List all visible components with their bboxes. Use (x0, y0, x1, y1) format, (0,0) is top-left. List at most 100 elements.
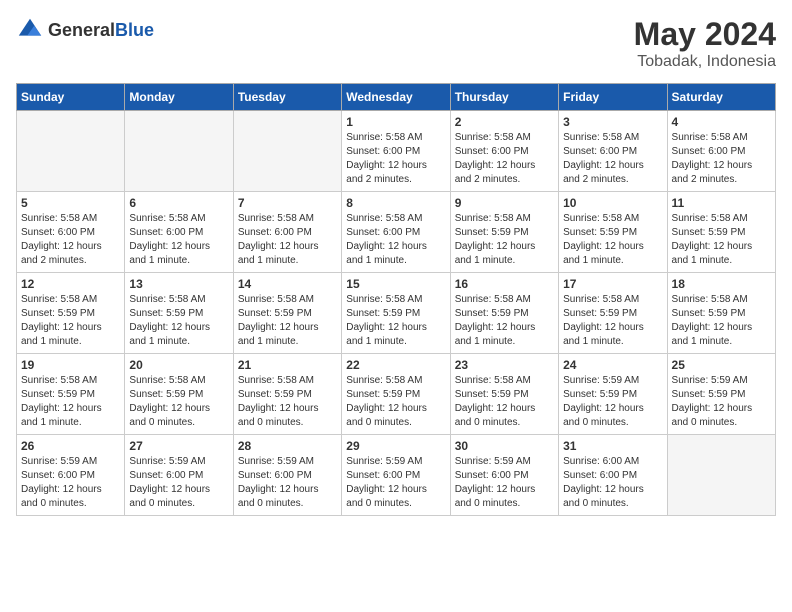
calendar-cell: 28 Sunrise: 5:59 AM Sunset: 6:00 PM Dayli… (233, 435, 341, 516)
cell-info: Sunrise: 5:59 AM Sunset: 6:00 PM Dayligh… (238, 455, 337, 511)
calendar-cell (233, 111, 341, 192)
day-number: 13 (129, 277, 228, 291)
calendar-cell: 26 Sunrise: 5:59 AM Sunset: 6:00 PM Dayli… (17, 435, 125, 516)
calendar-cell: 9 Sunrise: 5:58 AM Sunset: 5:59 PM Daylig… (450, 192, 558, 273)
cell-info: Sunrise: 5:58 AM Sunset: 6:00 PM Dayligh… (563, 131, 662, 187)
day-number: 22 (346, 358, 445, 372)
calendar-cell: 14 Sunrise: 5:58 AM Sunset: 5:59 PM Dayli… (233, 273, 341, 354)
cell-info: Sunrise: 5:58 AM Sunset: 6:00 PM Dayligh… (21, 212, 120, 268)
day-number: 21 (238, 358, 337, 372)
calendar-cell: 30 Sunrise: 5:59 AM Sunset: 6:00 PM Dayli… (450, 435, 558, 516)
calendar-cell: 22 Sunrise: 5:58 AM Sunset: 5:59 PM Dayli… (342, 354, 450, 435)
calendar-cell (17, 111, 125, 192)
calendar-cell: 12Sunrise: 5:58 AM Sunset: 5:59 PM Dayli… (17, 273, 125, 354)
day-number: 9 (455, 196, 554, 210)
cell-info: Sunrise: 5:58 AM Sunset: 5:59 PM Dayligh… (455, 212, 554, 268)
col-header-sunday: Sunday (17, 84, 125, 111)
cell-info: Sunrise: 5:58 AM Sunset: 5:59 PM Dayligh… (455, 374, 554, 430)
day-number: 24 (563, 358, 662, 372)
cell-info: Sunrise: 5:58 AM Sunset: 5:59 PM Dayligh… (346, 374, 445, 430)
calendar-cell: 25 Sunrise: 5:59 AM Sunset: 5:59 PM Dayli… (667, 354, 775, 435)
col-header-friday: Friday (559, 84, 667, 111)
day-number: 23 (455, 358, 554, 372)
cell-info: Sunrise: 6:00 AM Sunset: 6:00 PM Dayligh… (563, 455, 662, 511)
day-number: 4 (672, 115, 771, 129)
day-number: 2 (455, 115, 554, 129)
day-number: 28 (238, 439, 337, 453)
day-number: 11 (672, 196, 771, 210)
day-number: 1 (346, 115, 445, 129)
logo-icon (16, 16, 44, 44)
cell-info: Sunrise: 5:58 AM Sunset: 6:00 PM Dayligh… (129, 212, 228, 268)
day-number: 18 (672, 277, 771, 291)
cell-info: Sunrise: 5:59 AM Sunset: 6:00 PM Dayligh… (129, 455, 228, 511)
month-title: May 2024 (634, 16, 776, 53)
location-title: Tobadak, Indonesia (634, 53, 776, 71)
day-number: 30 (455, 439, 554, 453)
day-number: 29 (346, 439, 445, 453)
week-row-2: 5 Sunrise: 5:58 AM Sunset: 6:00 PM Daylig… (17, 192, 776, 273)
calendar-cell: 2 Sunrise: 5:58 AM Sunset: 6:00 PM Daylig… (450, 111, 558, 192)
day-number: 10 (563, 196, 662, 210)
day-number: 16 (455, 277, 554, 291)
day-number: 31 (563, 439, 662, 453)
cell-info: Sunrise: 5:58 AM Sunset: 5:59 PM Dayligh… (238, 293, 337, 349)
cell-info: Sunrise: 5:58 AM Sunset: 5:59 PM Dayligh… (21, 374, 120, 430)
week-row-3: 12Sunrise: 5:58 AM Sunset: 5:59 PM Dayli… (17, 273, 776, 354)
calendar-cell: 31 Sunrise: 6:00 AM Sunset: 6:00 PM Dayli… (559, 435, 667, 516)
calendar-cell: 16Sunrise: 5:58 AM Sunset: 5:59 PM Dayli… (450, 273, 558, 354)
cell-info: Sunrise: 5:58 AM Sunset: 5:59 PM Dayligh… (238, 374, 337, 430)
calendar-cell: 24 Sunrise: 5:59 AM Sunset: 5:59 PM Dayli… (559, 354, 667, 435)
logo-general-text: General (48, 20, 115, 40)
calendar-cell: 21 Sunrise: 5:58 AM Sunset: 5:59 PM Dayli… (233, 354, 341, 435)
day-number: 17 (563, 277, 662, 291)
cell-info: Sunrise: 5:58 AM Sunset: 6:00 PM Dayligh… (238, 212, 337, 268)
calendar-cell: 3 Sunrise: 5:58 AM Sunset: 6:00 PM Daylig… (559, 111, 667, 192)
col-header-monday: Monday (125, 84, 233, 111)
cell-info: Sunrise: 5:59 AM Sunset: 6:00 PM Dayligh… (346, 455, 445, 511)
day-number: 5 (21, 196, 120, 210)
cell-info: Sunrise: 5:58 AM Sunset: 5:59 PM Dayligh… (21, 293, 120, 349)
day-number: 15 (346, 277, 445, 291)
day-number: 20 (129, 358, 228, 372)
cell-info: Sunrise: 5:59 AM Sunset: 6:00 PM Dayligh… (455, 455, 554, 511)
calendar-cell (125, 111, 233, 192)
cell-info: Sunrise: 5:59 AM Sunset: 5:59 PM Dayligh… (672, 374, 771, 430)
day-number: 8 (346, 196, 445, 210)
col-header-thursday: Thursday (450, 84, 558, 111)
calendar-cell: 20 Sunrise: 5:58 AM Sunset: 5:59 PM Dayli… (125, 354, 233, 435)
day-number: 26 (21, 439, 120, 453)
cell-info: Sunrise: 5:58 AM Sunset: 6:00 PM Dayligh… (455, 131, 554, 187)
calendar-cell: 5 Sunrise: 5:58 AM Sunset: 6:00 PM Daylig… (17, 192, 125, 273)
calendar-cell: 13Sunrise: 5:58 AM Sunset: 5:59 PM Dayli… (125, 273, 233, 354)
header-row: SundayMondayTuesdayWednesdayThursdayFrid… (17, 84, 776, 111)
calendar-cell: 8 Sunrise: 5:58 AM Sunset: 6:00 PM Daylig… (342, 192, 450, 273)
calendar-cell: 17Sunrise: 5:58 AM Sunset: 5:59 PM Dayli… (559, 273, 667, 354)
calendar-cell: 18 Sunrise: 5:58 AM Sunset: 5:59 PM Dayli… (667, 273, 775, 354)
logo: GeneralBlue (16, 16, 154, 44)
page-header: GeneralBlue May 2024 Tobadak, Indonesia (16, 16, 776, 71)
calendar-table: SundayMondayTuesdayWednesdayThursdayFrid… (16, 83, 776, 516)
calendar-cell: 29 Sunrise: 5:59 AM Sunset: 6:00 PM Dayli… (342, 435, 450, 516)
day-number: 14 (238, 277, 337, 291)
cell-info: Sunrise: 5:59 AM Sunset: 5:59 PM Dayligh… (563, 374, 662, 430)
day-number: 27 (129, 439, 228, 453)
cell-info: Sunrise: 5:58 AM Sunset: 6:00 PM Dayligh… (346, 131, 445, 187)
col-header-wednesday: Wednesday (342, 84, 450, 111)
calendar-cell: 27 Sunrise: 5:59 AM Sunset: 6:00 PM Dayli… (125, 435, 233, 516)
calendar-cell: 10 Sunrise: 5:58 AM Sunset: 5:59 PM Dayli… (559, 192, 667, 273)
cell-info: Sunrise: 5:58 AM Sunset: 6:00 PM Dayligh… (346, 212, 445, 268)
calendar-cell (667, 435, 775, 516)
week-row-5: 26 Sunrise: 5:59 AM Sunset: 6:00 PM Dayli… (17, 435, 776, 516)
col-header-tuesday: Tuesday (233, 84, 341, 111)
calendar-cell: 7Sunrise: 5:58 AM Sunset: 6:00 PM Daylig… (233, 192, 341, 273)
day-number: 19 (21, 358, 120, 372)
cell-info: Sunrise: 5:59 AM Sunset: 6:00 PM Dayligh… (21, 455, 120, 511)
calendar-cell: 23 Sunrise: 5:58 AM Sunset: 5:59 PM Dayli… (450, 354, 558, 435)
cell-info: Sunrise: 5:58 AM Sunset: 5:59 PM Dayligh… (672, 293, 771, 349)
day-number: 25 (672, 358, 771, 372)
cell-info: Sunrise: 5:58 AM Sunset: 5:59 PM Dayligh… (129, 374, 228, 430)
cell-info: Sunrise: 5:58 AM Sunset: 5:59 PM Dayligh… (563, 212, 662, 268)
day-number: 3 (563, 115, 662, 129)
cell-info: Sunrise: 5:58 AM Sunset: 6:00 PM Dayligh… (672, 131, 771, 187)
